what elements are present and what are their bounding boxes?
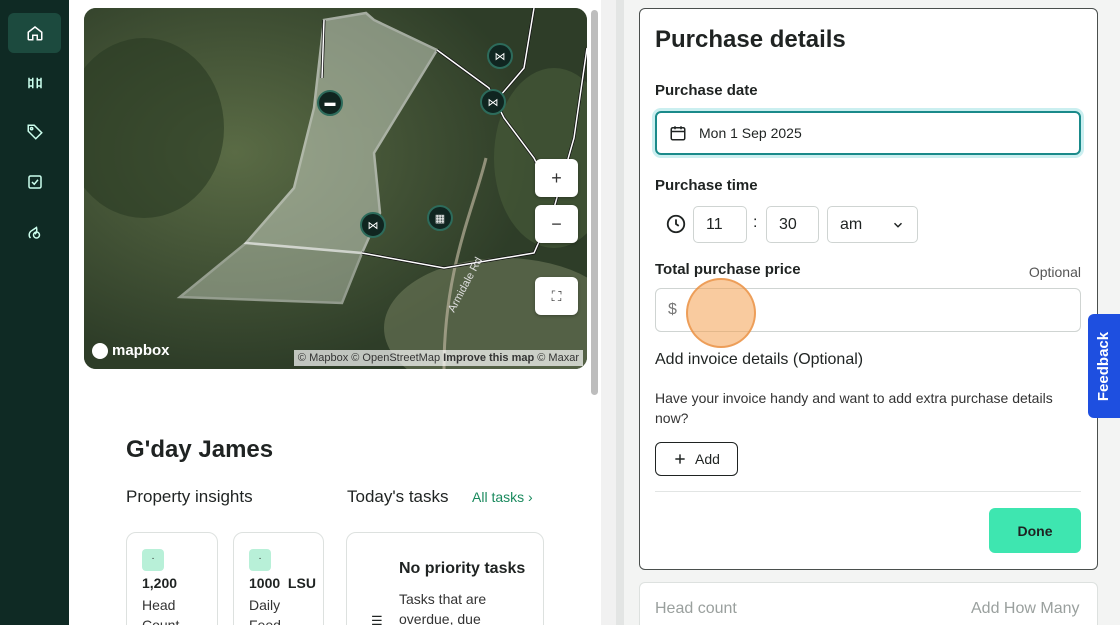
sidebar-item-feed[interactable] <box>8 212 61 252</box>
head-count-value: 1,200 <box>142 575 178 591</box>
no-priority-tasks-title: No priority tasks <box>399 560 526 577</box>
purchase-date-label: Purchase date <box>655 82 758 99</box>
tasks-icon <box>27 175 42 189</box>
scrollbar-track[interactable] <box>601 0 616 625</box>
mapbox-logo-text: mapbox <box>112 342 170 359</box>
feedback-label: Feedback <box>1095 331 1113 401</box>
total-price-label: Total purchase price <box>655 261 801 278</box>
tag-icon <box>27 124 43 140</box>
greeting: G'day James <box>126 436 274 463</box>
ampm-select[interactable]: am <box>827 206 918 243</box>
mapbox-logo: mapbox <box>92 342 170 359</box>
fullscreen-button[interactable]: ⛶ <box>535 277 578 315</box>
sidebar-item-paddocks[interactable] <box>8 63 61 103</box>
attribution-text: © Mapbox © OpenStreetMap <box>297 352 444 364</box>
all-tasks-label: All tasks <box>472 489 525 505</box>
map-marker-water-icon[interactable]: ▬ <box>317 90 343 116</box>
time-separator: : <box>753 214 758 231</box>
all-tasks-link[interactable]: All tasks › <box>472 489 533 505</box>
home-icon <box>27 26 42 41</box>
plus-icon <box>675 454 685 464</box>
purchase-date-input[interactable]: Mon 1 Sep 2025 <box>655 111 1081 155</box>
feedback-tab[interactable]: Feedback <box>1088 314 1120 418</box>
clock-icon <box>666 214 686 234</box>
optional-tag: Optional <box>1028 264 1081 280</box>
sidebar-item-home[interactable] <box>8 13 61 53</box>
purchase-date-value: Mon 1 Sep 2025 <box>699 125 802 141</box>
sidebar <box>0 0 69 625</box>
sidebar-item-tags[interactable] <box>8 112 61 152</box>
task-list-icon: ☰ <box>371 613 383 625</box>
daily-feed-label: Daily Feed <box>249 597 281 625</box>
form-divider <box>655 491 1081 492</box>
satellite-imagery: Armidale Rd <box>84 8 587 369</box>
improve-map-link[interactable]: Improve this map <box>443 352 534 364</box>
daily-feed-icon: · <box>249 549 271 571</box>
head-count-icon: · <box>142 549 164 571</box>
done-button[interactable]: Done <box>989 508 1081 553</box>
zoom-in-button[interactable]: + <box>535 159 578 197</box>
minute-input[interactable]: 30 <box>766 206 819 243</box>
scrollbar-thumb[interactable] <box>591 10 598 395</box>
purchase-details-title: Purchase details <box>655 26 846 53</box>
property-map[interactable]: Armidale Rd ▬ ⋈ ⋈ ⋈ ▦ + − ⛶ mapbox © Map… <box>84 8 587 369</box>
map-attribution: © Mapbox © OpenStreetMap Improve this ma… <box>293 350 583 366</box>
panel-divider <box>616 0 624 625</box>
head-count-section-label: Head count <box>655 600 737 617</box>
add-how-many-link[interactable]: Add How Many <box>971 600 1080 618</box>
chevron-down-icon <box>893 222 903 228</box>
property-insights-title: Property insights <box>126 487 253 506</box>
paddocks-icon <box>27 77 42 89</box>
ampm-value: am <box>840 215 863 233</box>
priority-tasks-card: No priority tasks Tasks that are overdue… <box>346 532 544 625</box>
invoice-description: Have your invoice handy and want to add … <box>655 390 1053 426</box>
sidebar-item-tasks[interactable] <box>8 162 61 202</box>
map-marker-gate-icon[interactable]: ⋈ <box>487 43 513 69</box>
daily-feed-value: 1000 LSU <box>249 575 316 591</box>
purchase-time-label: Purchase time <box>655 177 758 194</box>
no-priority-tasks-desc: Tasks that are overdue, due <box>399 591 487 625</box>
todays-tasks-title: Today's tasks <box>347 487 449 506</box>
feed-icon <box>27 226 40 239</box>
invoice-heading: Add invoice details (Optional) <box>655 351 864 368</box>
add-invoice-button[interactable]: Add <box>655 442 738 476</box>
head-count-label: Head Count <box>142 597 180 625</box>
map-marker-gate-icon[interactable]: ⋈ <box>360 212 386 238</box>
daily-feed-card[interactable]: · 1000 LSU Daily Feed <box>233 532 324 625</box>
chevron-right-icon: › <box>528 489 533 505</box>
hour-input[interactable]: 11 <box>693 206 747 243</box>
map-marker-gate-icon[interactable]: ⋈ <box>480 89 506 115</box>
mapbox-logo-icon <box>92 342 108 359</box>
calendar-icon <box>670 126 686 141</box>
map-marker-shed-icon[interactable]: ▦ <box>427 205 453 231</box>
attribution-maxar: © Maxar <box>534 352 579 364</box>
click-indicator <box>686 278 756 348</box>
head-count-card[interactable]: · 1,200 Head Count <box>126 532 218 625</box>
add-invoice-label: Add <box>695 451 720 467</box>
currency-prefix: $ <box>668 301 677 318</box>
zoom-out-button[interactable]: − <box>535 205 578 243</box>
